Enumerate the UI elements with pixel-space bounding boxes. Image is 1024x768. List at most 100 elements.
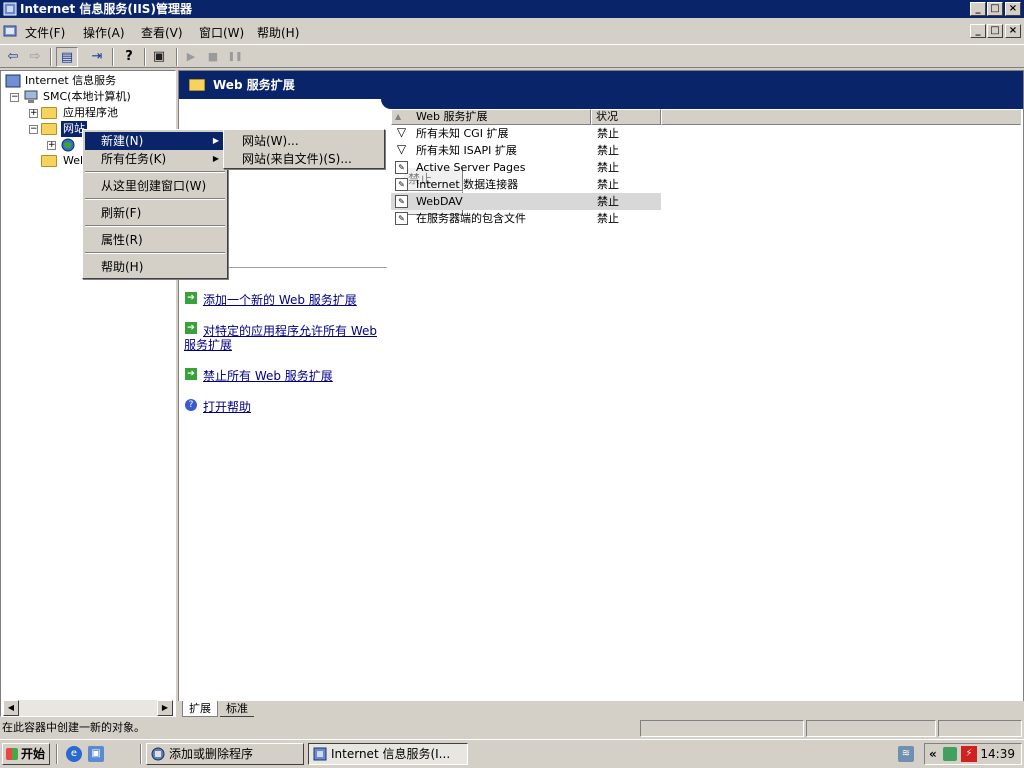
export-list-icon[interactable]: ⇥ [86,47,108,67]
tab-standard[interactable]: 标准 [220,701,254,717]
forward-arrow-icon[interactable]: ⇨ [24,47,46,67]
list-item-selected[interactable]: ✎ WebDAV 禁止 [391,193,661,210]
task-open-help[interactable]: 打开帮助 [203,398,251,415]
mmc-icon[interactable] [3,24,17,38]
start-icon[interactable]: ▶ [180,47,202,67]
list-item-status: 禁止 [597,195,619,208]
menu-view[interactable]: 查看(V) [141,24,183,41]
status-pane [640,720,804,737]
stop-icon[interactable]: ■ [202,47,224,67]
submenu-new-website-from-file[interactable]: 网站(来自文件)(S)... [226,150,382,168]
add-remove-programs-icon [151,747,165,761]
collapse-icon[interactable]: − [29,125,38,134]
menu-label: 新建(N) [101,134,144,148]
toolbar-separator [112,48,114,66]
submenu-arrow-icon: ▶ [212,154,219,163]
expand-icon[interactable]: + [47,141,56,150]
context-menu-all-tasks[interactable]: 所有任务(K) ▶ [85,150,225,168]
taskbar-iis-manager[interactable]: Internet 信息服务(I... [308,743,468,765]
menu-file[interactable]: 文件(F) [25,24,65,41]
details-title: Web 服务扩展 [213,78,295,92]
list-item[interactable]: ✎ Internet 数据连接器 禁止 [391,176,661,193]
tab-extended[interactable]: 扩展 [182,701,218,717]
list-item[interactable]: ▽ 所有未知 ISAPI 扩展 禁止 [391,142,661,159]
context-menu-help[interactable]: 帮助(H) [85,258,225,276]
list-item-name: WebDAV [416,195,463,208]
task-prohibit-all[interactable]: 禁止所有 Web 服务扩展 [203,367,333,384]
arrow-right-icon: ➔ [185,322,197,334]
extension-icon: ✎ [395,161,408,174]
sort-arrow-icon: ▲ [395,112,402,121]
list-item[interactable]: ▽ 所有未知 CGI 扩展 禁止 [391,125,661,142]
extension-icon: ✎ [395,195,408,208]
toolbar-separator [144,48,146,66]
collapse-icon[interactable]: − [10,93,19,102]
maximize-button[interactable]: □ [987,2,1003,16]
list-item[interactable]: ✎ Active Server Pages 禁止 [391,159,661,176]
list-item-name: 在服务器端的包含文件 [416,212,526,225]
show-hide-tree-icon[interactable]: ▤ [56,47,78,67]
task-allow-all-for-app-line2[interactable]: 服务扩展 [184,336,232,353]
folder-icon [189,79,205,91]
windows-logo-icon [6,748,18,760]
extension-icon: ✎ [395,212,408,225]
iis-app-icon [313,747,327,761]
help-icon[interactable]: ? [118,47,140,67]
network-tray-icon[interactable] [943,747,957,761]
clock[interactable]: 14:39 [980,744,1015,764]
toolbar-separator [176,48,178,66]
pause-icon[interactable]: ❚❚ [224,47,246,67]
filter-icon: ▽ [396,125,407,139]
list-item-status: 禁止 [597,161,619,174]
menu-separator [85,198,225,200]
start-button[interactable]: 开始 [2,743,50,765]
context-menu-refresh[interactable]: 刷新(F) [85,204,225,222]
filter-icon: ▽ [396,142,407,156]
tray-chevron-icon[interactable]: « [929,744,937,764]
list-item-name: Active Server Pages [416,161,526,174]
context-menu-properties[interactable]: 属性(R) [85,231,225,249]
tree-horizontal-scrollbar[interactable]: ◀ ▶ [3,700,173,716]
list-item-status: 禁止 [597,144,619,157]
back-arrow-icon[interactable]: ⇦ [2,47,24,67]
mdi-minimize-button[interactable]: _ [970,24,986,38]
submenu-arrow-icon: ▶ [212,136,219,145]
scroll-right-icon[interactable]: ▶ [157,700,173,716]
mdi-close-button[interactable]: × [1005,24,1021,38]
menu-help[interactable]: 帮助(H) [257,24,299,41]
extension-icon: ✎ [395,178,408,191]
menu-action[interactable]: 操作(A) [83,24,125,41]
network-icon[interactable]: ≋ [898,746,914,762]
list-item[interactable]: ✎ 在服务器端的包含文件 禁止 [391,210,661,227]
explorer-icon[interactable]: ▣ [88,746,104,762]
submenu-new-website[interactable]: 网站(W)... [226,132,382,150]
scroll-left-icon[interactable]: ◀ [3,700,19,716]
menu-separator [85,171,225,173]
expand-icon[interactable]: + [29,109,38,118]
column-header-label: 状况 [596,110,618,123]
list-item-status: 禁止 [597,178,619,191]
close-button[interactable]: × [1005,2,1021,16]
connect-computer-icon[interactable]: ▣ [148,47,170,67]
menu-separator [85,225,225,227]
column-header-filler [661,109,1021,125]
list-item-status: 禁止 [597,127,619,140]
column-header-status[interactable]: 状况 [591,109,661,125]
column-header-name[interactable]: ▲ Web 服务扩展 [391,109,591,125]
status-pane [806,720,936,737]
mdi-restore-button[interactable]: □ [987,24,1003,38]
details-header: Web 服务扩展 [179,71,1023,99]
context-menu-new[interactable]: 新建(N) ▶ [85,132,225,150]
ie-icon[interactable]: e [66,746,82,762]
security-tray-icon[interactable]: ⚡ [961,746,977,762]
minimize-button[interactable]: _ [970,2,986,16]
context-menu-new-window[interactable]: 从这里创建窗口(W) [85,177,225,195]
header-curve [381,99,1023,109]
tree-label: Internet 信息服务 [25,74,117,87]
taskbar-separator [56,744,58,764]
menu-window[interactable]: 窗口(W) [199,24,244,41]
task-add-extension[interactable]: 添加一个新的 Web 服务扩展 [203,291,357,308]
column-header-label: Web 服务扩展 [416,110,488,123]
folder-icon [41,123,57,135]
taskbar-add-remove-programs[interactable]: 添加或删除程序 [146,743,304,765]
